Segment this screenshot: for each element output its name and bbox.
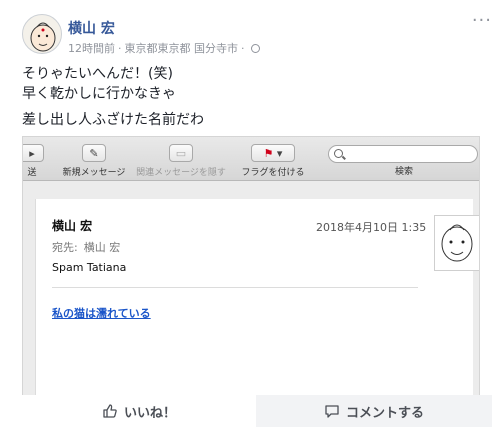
mail-divider: [52, 287, 418, 288]
post-line: そりゃたいへんだ！(笑): [22, 66, 173, 82]
mail-from: 横山 宏: [52, 219, 93, 233]
author-name[interactable]: 横山 宏: [68, 18, 115, 38]
globe-icon: [250, 44, 260, 53]
toolbar-new-message: ✎ 新規メッセージ: [59, 144, 129, 178]
flag-icon: ⚑ ▾: [251, 144, 295, 162]
post-time[interactable]: 12時間前: [68, 42, 115, 55]
author-avatar[interactable]: [22, 14, 62, 54]
comment-button[interactable]: コメントする: [256, 395, 492, 427]
archive-icon: ▭: [169, 144, 193, 162]
mail-date: 2018年4月10日 1:35: [316, 221, 427, 234]
thumbs-up-icon: [103, 404, 117, 418]
toolbar-flag: ⚑ ▾ フラグを付ける: [233, 144, 313, 178]
search-icon: [334, 149, 343, 158]
post-actions: いいね！ コメントする: [0, 395, 500, 427]
mail-body-link: 私の猫は濡れている: [52, 307, 151, 320]
mail-sender-avatar: [434, 215, 479, 271]
like-button[interactable]: いいね！: [22, 395, 256, 427]
toolbar-search-label: 検索: [394, 167, 413, 177]
like-label: いいね！: [123, 405, 176, 421]
mail-message: 横山 宏 2018年4月10日 1:35 宛先: 横山 宏 Spam Tatian…: [35, 199, 479, 397]
toolbar-search: 検索: [389, 164, 419, 198]
toolbar-new-message-label: 新規メッセージ: [62, 168, 126, 178]
toolbar-related-label: 関連メッセージを隠す: [136, 168, 226, 178]
toolbar-forward-label: 送: [27, 168, 37, 178]
toolbar-related: ▭ 関連メッセージを隠す: [135, 144, 227, 178]
post-header: 横山 宏 12時間前 · 東京都東京都 国分寺市 · ···: [22, 12, 492, 58]
mail-subject: Spam Tatiana: [52, 261, 127, 274]
toolbar-forward: ▸ 送: [23, 144, 47, 178]
mail-to: 宛先: 横山 宏: [52, 239, 120, 255]
mail-to-label: 宛先:: [52, 241, 78, 254]
mail-toolbar: ▸ 送 ✎ 新規メッセージ ▭ 関連メッセージを隠す ⚑ ▾ フラグを付ける 検…: [23, 137, 479, 181]
toolbar-flag-label: フラグを付ける: [241, 168, 305, 178]
baby-face-icon: [30, 22, 56, 52]
post-line: 差し出し人ふざけた名前だわ: [22, 112, 204, 128]
post-location[interactable]: 東京都東京都 国分寺市: [125, 42, 239, 55]
post-meta: 12時間前 · 東京都東京都 国分寺市 ·: [68, 40, 260, 56]
more-options-icon[interactable]: ···: [472, 12, 492, 30]
post-text: そりゃたいへんだ！(笑) 早く乾かしに行かなきゃ 差し出し人ふざけた名前だわ: [22, 64, 204, 130]
attached-screenshot[interactable]: ▸ 送 ✎ 新規メッセージ ▭ 関連メッセージを隠す ⚑ ▾ フラグを付ける 検…: [22, 136, 480, 398]
mail-search-box: [328, 145, 478, 163]
post-line: 早く乾かしに行かなきゃ: [22, 86, 176, 102]
comment-label: コメントする: [345, 405, 424, 421]
forward-icon: ▸: [23, 144, 44, 162]
compose-icon: ✎: [82, 144, 106, 162]
mail-to-name: 横山 宏: [83, 241, 121, 254]
baby-face-icon: [441, 224, 473, 262]
comment-icon: [325, 405, 339, 418]
